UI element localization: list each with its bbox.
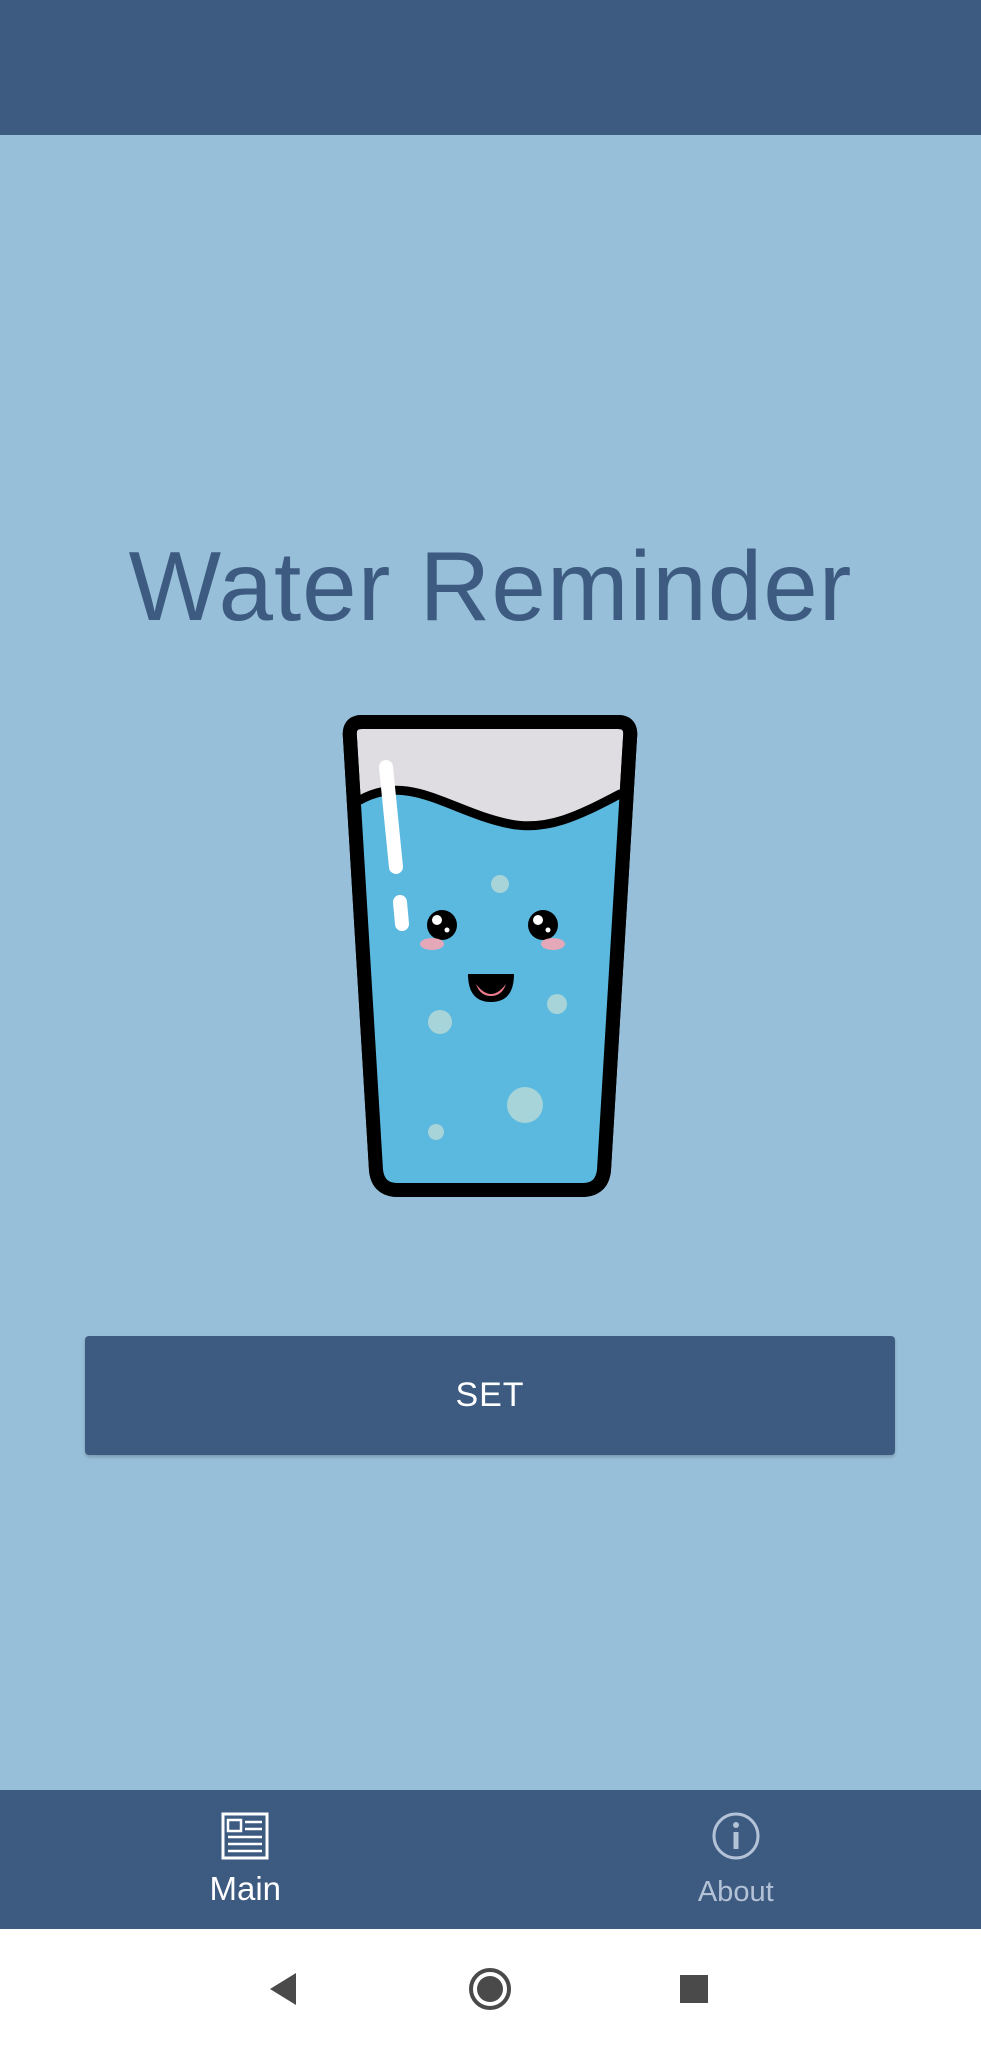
- nav-item-label: About: [697, 1876, 774, 1908]
- page-title: Water Reminder: [128, 531, 853, 641]
- nav-item-about[interactable]: About: [491, 1790, 981, 1929]
- set-button[interactable]: SET: [85, 1336, 895, 1455]
- system-navigation-bar: [0, 1929, 981, 2048]
- info-icon: [712, 1812, 760, 1860]
- recents-icon[interactable]: [668, 1963, 720, 2015]
- water-glass-icon: [342, 715, 638, 1197]
- nav-item-label: Main: [209, 1870, 282, 1907]
- bottom-navigation: Main About: [0, 1790, 981, 1929]
- nav-item-main[interactable]: Main: [0, 1790, 491, 1929]
- app-bar: [0, 0, 981, 135]
- back-icon[interactable]: [256, 1963, 308, 2015]
- newspaper-icon: [221, 1812, 269, 1860]
- home-icon[interactable]: [464, 1963, 516, 2015]
